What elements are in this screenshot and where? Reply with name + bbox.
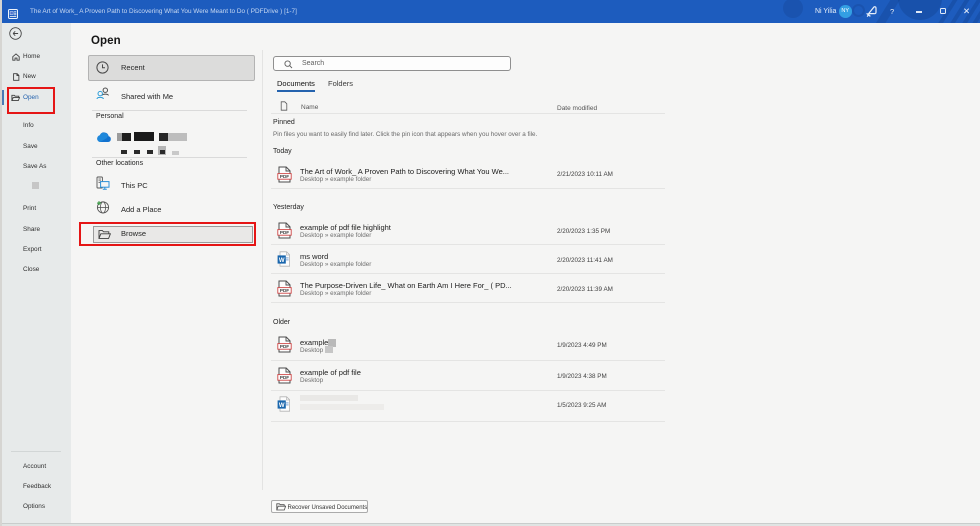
svg-text:PDF: PDF [280,288,289,293]
svg-text:PDF: PDF [280,230,289,235]
svg-text:PDF: PDF [280,174,289,179]
svg-text:W: W [279,403,285,409]
svg-text:W: W [279,258,285,264]
svg-text:PDF: PDF [280,344,289,349]
svg-text:PDF: PDF [280,375,289,380]
